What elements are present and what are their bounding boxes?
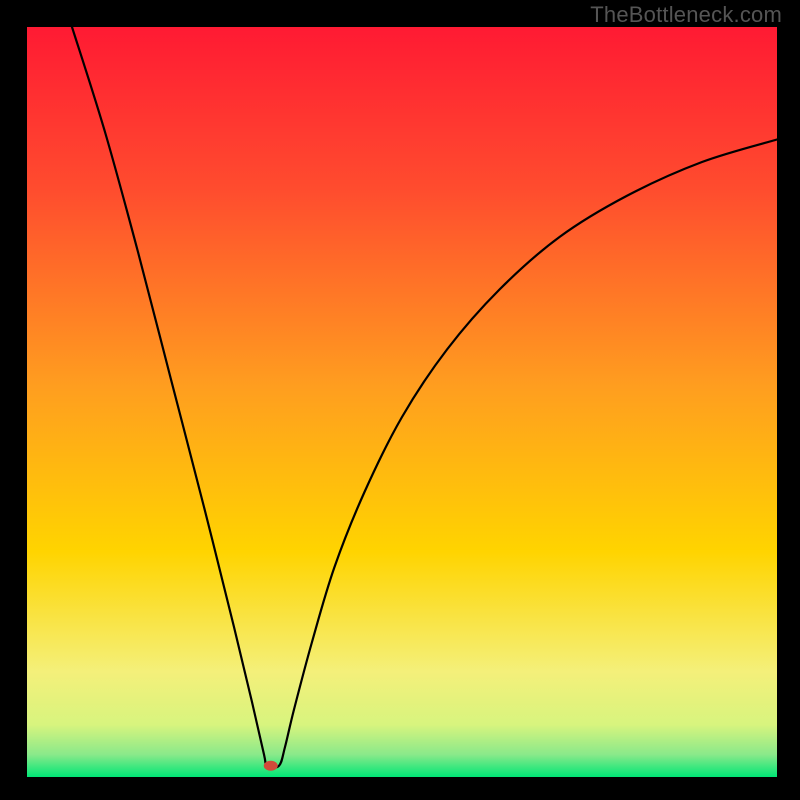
- bottleneck-chart: [0, 0, 800, 800]
- gradient-background: [27, 27, 777, 777]
- chart-frame: TheBottleneck.com: [0, 0, 800, 800]
- optimum-marker: [264, 761, 278, 771]
